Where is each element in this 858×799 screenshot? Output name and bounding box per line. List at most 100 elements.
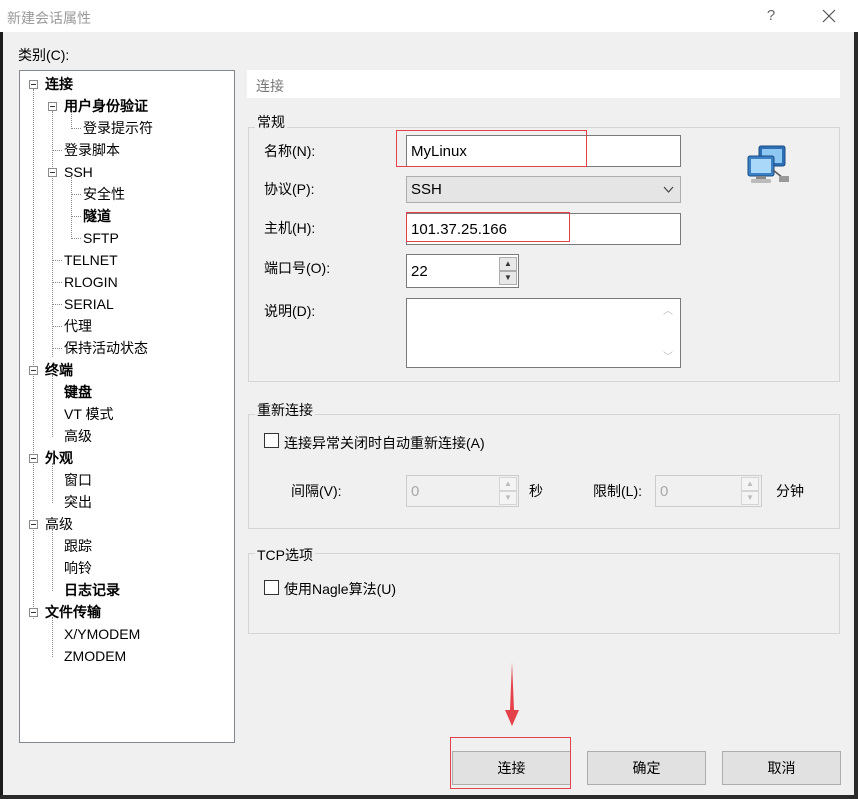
tree-connector — [52, 463, 53, 503]
spin-down-icon[interactable]: ▼ — [499, 491, 517, 505]
spin-down-icon[interactable]: ▼ — [741, 491, 759, 505]
tree-connector — [71, 177, 72, 239]
tree-item-connection[interactable]: 连接 — [45, 75, 73, 93]
left-window-edge — [0, 32, 3, 799]
tree-item-terminal-advanced[interactable]: 高级 — [64, 427, 92, 445]
tree-item-ssh[interactable]: SSH — [64, 163, 93, 181]
tree-connector — [52, 326, 62, 327]
panel-header: 连接 — [247, 70, 840, 98]
tree-item-window[interactable]: 窗口 — [64, 471, 92, 489]
name-label: 名称(N): — [264, 143, 316, 159]
spin-up-icon[interactable]: ▲ — [741, 477, 759, 491]
reconnect-group-title: 重新连接 — [255, 400, 315, 420]
interval-spinner[interactable]: ▲ ▼ — [499, 477, 517, 505]
tree-connector — [52, 529, 53, 591]
tree-item-advanced[interactable]: 高级 — [45, 515, 73, 533]
annotation-arrow-icon — [503, 662, 521, 731]
host-input[interactable] — [406, 213, 681, 245]
tree-item-security[interactable]: 安全性 — [83, 185, 125, 203]
cancel-button[interactable]: 取消 — [722, 751, 841, 785]
connect-button[interactable]: 连接 — [452, 751, 571, 785]
collapse-toggle-ssh[interactable] — [48, 168, 57, 177]
tree-item-vt-mode[interactable]: VT 模式 — [64, 405, 114, 423]
auto-reconnect-checkbox[interactable] — [264, 433, 279, 448]
tree-item-user-auth[interactable]: 用户身份验证 — [64, 97, 148, 115]
description-label: 说明(D): — [264, 303, 316, 319]
collapse-toggle-terminal[interactable] — [29, 366, 38, 375]
collapse-toggle-file-transfer[interactable] — [29, 608, 38, 617]
description-textarea[interactable] — [406, 298, 681, 368]
scroll-up-icon[interactable]: ︿ — [663, 302, 673, 317]
tree-connector — [52, 260, 62, 261]
tree-connector — [71, 216, 81, 217]
tree-connector — [52, 617, 53, 657]
tree-item-telnet[interactable]: TELNET — [64, 251, 118, 269]
tree-item-proxy[interactable]: 代理 — [64, 317, 92, 335]
spin-up-icon[interactable]: ▲ — [499, 257, 517, 271]
limit-label: 限制(L): — [593, 483, 642, 499]
tree-item-sftp[interactable]: SFTP — [83, 229, 119, 247]
tree-connector — [52, 375, 53, 437]
limit-spinner[interactable]: ▲ ▼ — [741, 477, 759, 505]
collapse-toggle-advanced[interactable] — [29, 520, 38, 529]
tree-item-keepalive[interactable]: 保持活动状态 — [64, 339, 148, 357]
host-label: 主机(H): — [264, 220, 316, 236]
tree-item-xymodem[interactable]: X/YMODEM — [64, 625, 140, 643]
tree-item-serial[interactable]: SERIAL — [64, 295, 114, 313]
ok-button[interactable]: 确定 — [587, 751, 706, 785]
collapse-toggle-auth[interactable] — [48, 102, 57, 111]
scroll-down-icon[interactable]: ﹀ — [663, 348, 673, 363]
nagle-checkbox[interactable] — [264, 580, 279, 595]
protocol-select-value: SSH — [411, 181, 442, 198]
nagle-label: 使用Nagle算法(U) — [284, 581, 397, 597]
tree-item-logging[interactable]: 日志记录 — [64, 581, 120, 599]
port-spinner[interactable]: ▲ ▼ — [499, 257, 517, 285]
tree-connector — [71, 128, 81, 129]
tree-item-bell[interactable]: 响铃 — [64, 559, 92, 577]
tree-item-tunnel[interactable]: 隧道 — [83, 207, 111, 225]
tree-item-login-prompt[interactable]: 登录提示符 — [83, 119, 153, 137]
collapse-toggle-appearance[interactable] — [29, 454, 38, 463]
limit-unit: 分钟 — [776, 483, 804, 499]
tcp-options-group-title: TCP选项 — [255, 545, 315, 565]
tree-connector — [52, 282, 62, 283]
tree-item-trace[interactable]: 跟踪 — [64, 537, 92, 555]
interval-unit: 秒 — [529, 483, 543, 499]
auto-reconnect-label: 连接异常关闭时自动重新连接(A) — [284, 435, 485, 451]
help-button[interactable]: ? — [758, 4, 784, 28]
tree-item-login-script[interactable]: 登录脚本 — [64, 141, 120, 159]
network-computers-icon — [745, 144, 791, 189]
tree-item-file-transfer[interactable]: 文件传输 — [45, 603, 101, 621]
close-button[interactable] — [814, 4, 842, 28]
tree-connector — [52, 111, 53, 357]
bottom-window-edge — [0, 795, 858, 799]
protocol-select[interactable]: SSH — [406, 176, 681, 203]
tree-item-keyboard[interactable]: 键盘 — [64, 383, 92, 401]
panel-header-title: 连接 — [256, 78, 284, 94]
general-group-title: 常规 — [255, 112, 287, 132]
tree-connector — [71, 238, 81, 239]
tree-connector — [52, 150, 62, 151]
tree-item-rlogin[interactable]: RLOGIN — [64, 273, 118, 291]
close-icon — [822, 9, 836, 23]
interval-label: 间隔(V): — [291, 483, 342, 499]
reconnect-group — [248, 414, 840, 529]
tree-item-highlight[interactable]: 突出 — [64, 493, 92, 511]
tree-connector — [52, 348, 62, 349]
spin-up-icon[interactable]: ▲ — [499, 477, 517, 491]
category-tree[interactable]: 连接 用户身份验证 登录提示符 登录脚本 SSH 安全性 隧道 SFTP TEL… — [19, 70, 235, 743]
tree-connector — [33, 89, 34, 619]
chevron-down-icon — [663, 186, 674, 193]
tree-item-appearance[interactable]: 外观 — [45, 449, 73, 467]
title-bar: 新建会话属性 ? — [0, 0, 858, 32]
window-title: 新建会话属性 — [7, 10, 91, 26]
protocol-label: 协议(P): — [264, 181, 315, 197]
spin-down-icon[interactable]: ▼ — [499, 271, 517, 285]
collapse-toggle-connection[interactable] — [29, 80, 38, 89]
tree-item-terminal[interactable]: 终端 — [45, 361, 73, 379]
tree-connector — [52, 304, 62, 305]
name-input[interactable] — [406, 135, 681, 167]
tree-connector — [71, 194, 81, 195]
right-window-edge — [854, 32, 858, 799]
tree-item-zmodem[interactable]: ZMODEM — [64, 647, 126, 665]
